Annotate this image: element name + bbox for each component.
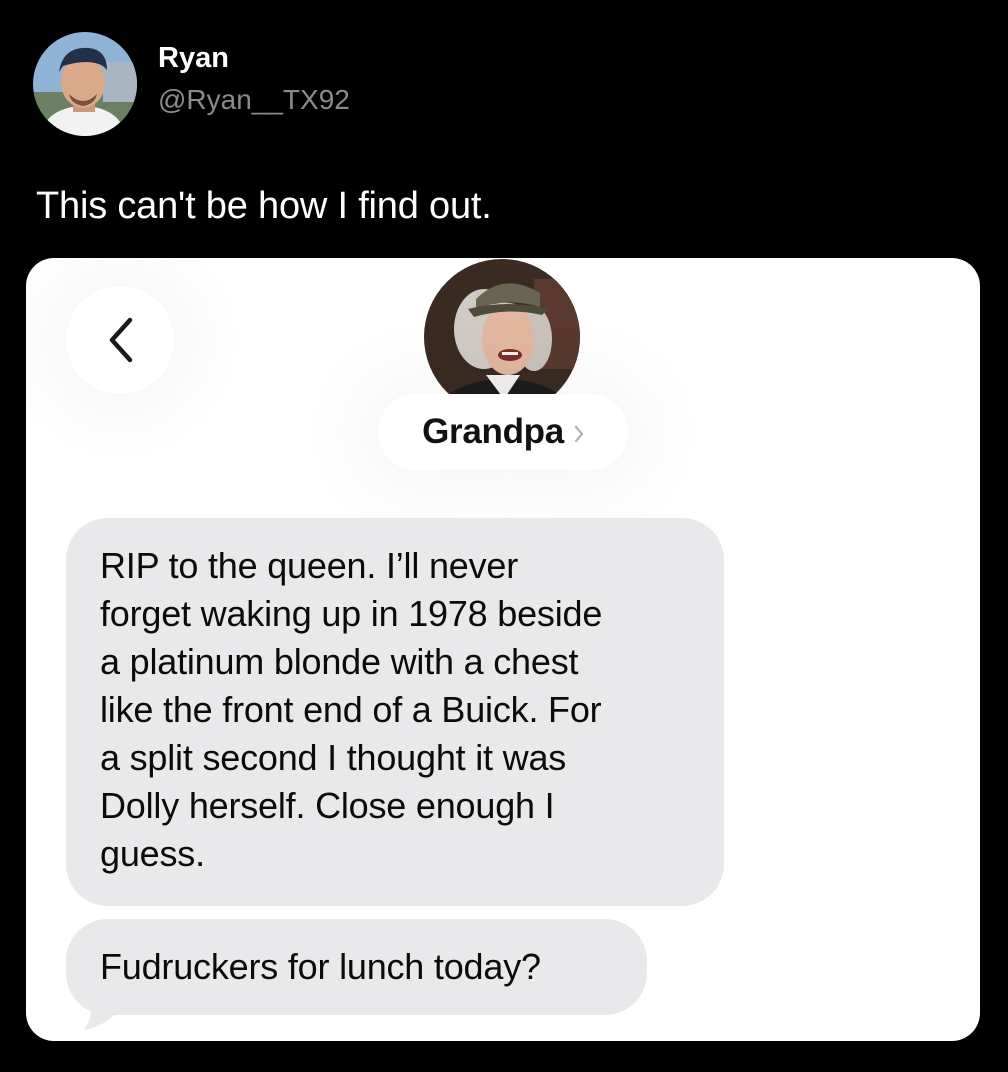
message-line: a split second I thought it was — [100, 737, 567, 778]
author-handle[interactable]: @Ryan__TX92 — [158, 82, 350, 118]
contact-avatar-photo — [424, 259, 580, 415]
chevron-right-icon — [574, 425, 584, 443]
author-avatar[interactable] — [33, 32, 137, 136]
message-line: like the front end of a Buick. For — [100, 689, 602, 730]
message-bubble[interactable]: RIP to the queen. I’ll never forget waki… — [66, 518, 724, 906]
message-screenshot: Grandpa RIP to the queen. I’ll never for… — [26, 258, 980, 1041]
tweet-text: This can't be how I find out. — [36, 185, 492, 227]
contact-avatar[interactable] — [424, 259, 580, 415]
message-line: forget waking up in 1978 beside — [100, 593, 603, 634]
message-bubble[interactable]: Fudruckers for lunch today? — [66, 919, 647, 1015]
chevron-left-icon — [109, 317, 133, 363]
message-line: a platinum blonde with a chest — [100, 641, 579, 682]
author-display-name[interactable]: Ryan — [158, 40, 229, 76]
message-line: guess. — [100, 833, 205, 874]
message-line: Dolly herself. Close enough I — [100, 785, 555, 826]
author-avatar-photo — [33, 32, 137, 136]
contact-name: Grandpa — [422, 412, 564, 451]
contact-name-button[interactable]: Grandpa — [378, 394, 628, 470]
back-button[interactable] — [66, 286, 174, 394]
message-line: RIP to the queen. I’ll never — [100, 545, 518, 586]
message-line: Fudruckers for lunch today? — [100, 946, 541, 987]
